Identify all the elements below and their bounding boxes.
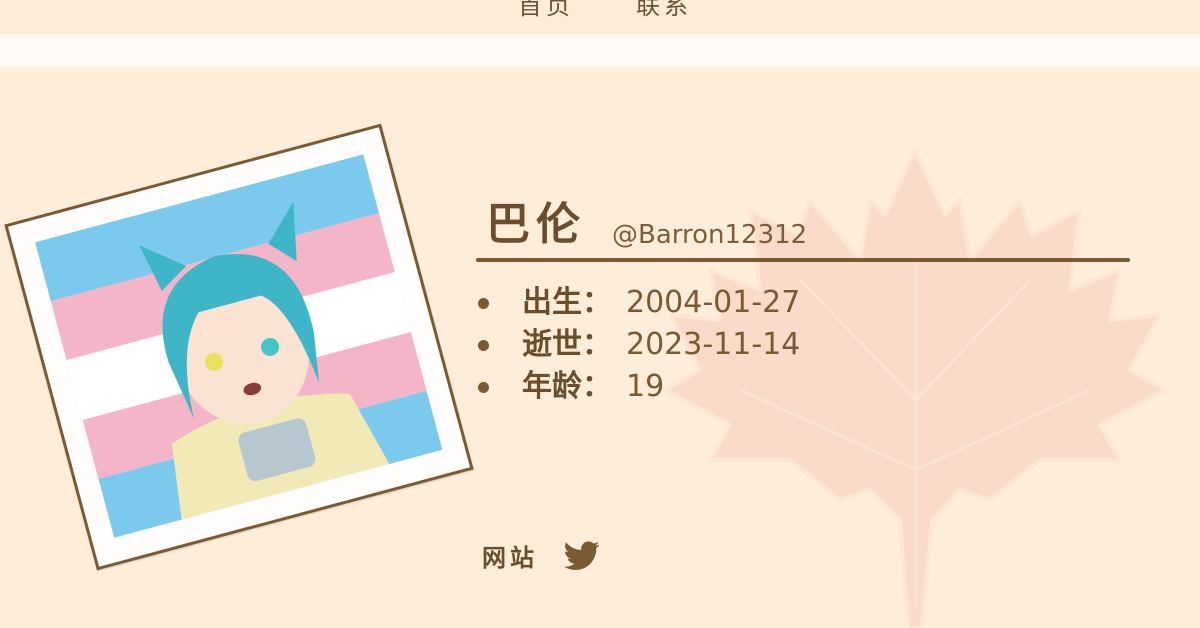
- fact-value: 2004-01-27: [626, 285, 801, 320]
- bullet-icon: [478, 382, 489, 393]
- fact-age: 年龄： 19: [476, 366, 800, 408]
- avatar-polaroid: [4, 123, 474, 571]
- top-nav: 首页 联系: [0, 0, 1200, 34]
- divider: [476, 258, 1130, 262]
- website-link[interactable]: 网站: [482, 538, 538, 573]
- nav-home-link[interactable]: 首页: [518, 0, 574, 21]
- avatar: [34, 154, 443, 538]
- profile-name: 巴伦: [486, 199, 586, 250]
- nav-contact-link[interactable]: 联系: [636, 0, 692, 21]
- profile-handle: @Barron12312: [612, 220, 808, 250]
- fact-label: 年龄：: [522, 369, 612, 404]
- fact-birth: 出生： 2004-01-27: [476, 282, 800, 324]
- avatar-illustration: [34, 154, 443, 538]
- bullet-icon: [478, 298, 489, 309]
- profile-facts: 出生： 2004-01-27 逝世： 2023-11-14 年龄： 19: [476, 282, 800, 408]
- header-band: [0, 34, 1200, 67]
- fact-label: 逝世：: [522, 327, 612, 362]
- social-links: 网站: [482, 538, 600, 573]
- fact-death: 逝世： 2023-11-14: [476, 324, 800, 366]
- fact-value: 2023-11-14: [626, 327, 801, 362]
- bullet-icon: [478, 340, 489, 351]
- fact-value: 19: [626, 369, 665, 404]
- fact-label: 出生：: [522, 285, 612, 320]
- twitter-bird-icon[interactable]: [564, 540, 600, 572]
